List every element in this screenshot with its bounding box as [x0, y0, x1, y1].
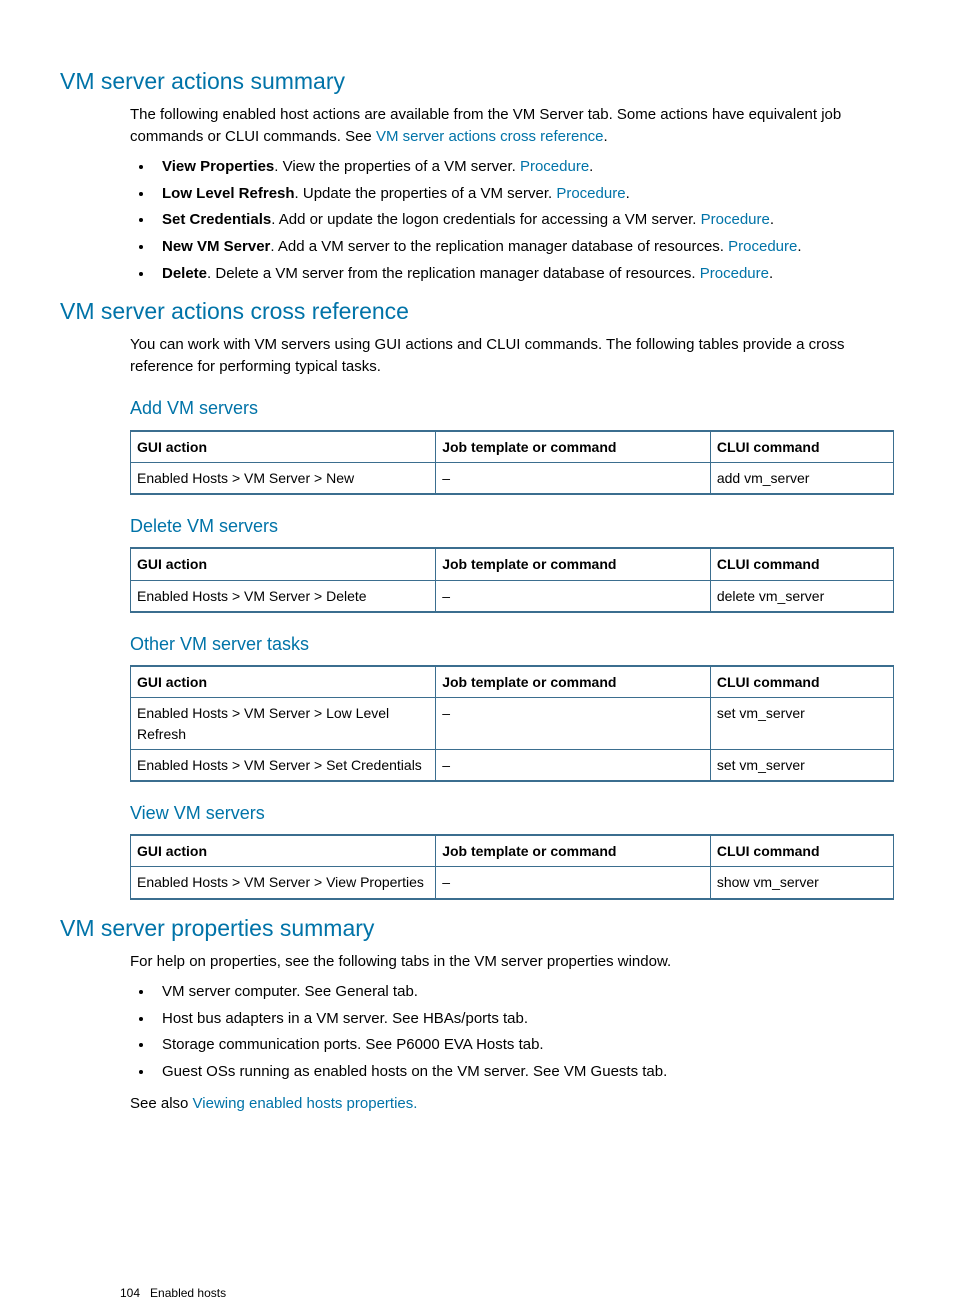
- table-other-vm-tasks: GUI action Job template or command CLUI …: [130, 665, 894, 782]
- summary-intro-post: .: [604, 128, 608, 145]
- cell-gui: Enabled Hosts > VM Server > View Propert…: [131, 867, 436, 899]
- seealso-pre: See also: [130, 1095, 193, 1112]
- props-bullets: VM server computer. See General tab. Hos…: [154, 981, 894, 1083]
- th-job: Job template or command: [436, 548, 711, 580]
- list-item: VM server computer. See General tab.: [154, 981, 894, 1003]
- procedure-link[interactable]: Procedure: [520, 158, 589, 175]
- bullet-post: .: [770, 211, 774, 228]
- table-delete-vm-servers: GUI action Job template or command CLUI …: [130, 547, 894, 613]
- bullet-post: .: [626, 185, 630, 202]
- table-row: Enabled Hosts > VM Server > Set Credenti…: [131, 749, 894, 781]
- cell-clui: show vm_server: [710, 867, 893, 899]
- page-number: 104: [120, 1286, 140, 1300]
- list-item: Host bus adapters in a VM server. See HB…: [154, 1008, 894, 1030]
- bullet-text: . Add or update the logon credentials fo…: [271, 211, 700, 228]
- cell-clui: set vm_server: [710, 749, 893, 781]
- table-row: Enabled Hosts > VM Server > New – add vm…: [131, 462, 894, 494]
- list-item: View Properties. View the properties of …: [154, 156, 894, 178]
- th-gui: GUI action: [131, 431, 436, 463]
- table-row: Enabled Hosts > VM Server > View Propert…: [131, 867, 894, 899]
- cell-gui: Enabled Hosts > VM Server > Set Credenti…: [131, 749, 436, 781]
- cell-gui: Enabled Hosts > VM Server > New: [131, 462, 436, 494]
- cell-job: –: [436, 580, 711, 612]
- bullet-bold: Low Level Refresh: [162, 185, 295, 202]
- heading-props: VM server properties summary: [60, 912, 894, 945]
- heading-crossref: VM server actions cross reference: [60, 295, 894, 328]
- table-view-vm-servers: GUI action Job template or command CLUI …: [130, 834, 894, 900]
- subheading-other: Other VM server tasks: [130, 631, 894, 657]
- bullet-post: .: [769, 265, 773, 282]
- props-intro: For help on properties, see the followin…: [130, 951, 894, 973]
- list-item: Low Level Refresh. Update the properties…: [154, 183, 894, 205]
- th-clui: CLUI command: [710, 835, 893, 867]
- th-job: Job template or command: [436, 431, 711, 463]
- th-clui: CLUI command: [710, 666, 893, 698]
- th-clui: CLUI command: [710, 431, 893, 463]
- list-item: Guest OSs running as enabled hosts on th…: [154, 1061, 894, 1083]
- bullet-bold: Delete: [162, 265, 207, 282]
- cell-job: –: [436, 867, 711, 899]
- procedure-link[interactable]: Procedure: [700, 265, 769, 282]
- procedure-link[interactable]: Procedure: [701, 211, 770, 228]
- list-item: Delete. Delete a VM server from the repl…: [154, 263, 894, 285]
- subheading-view: View VM servers: [130, 800, 894, 826]
- list-item: New VM Server. Add a VM server to the re…: [154, 236, 894, 258]
- bullet-bold: Set Credentials: [162, 211, 271, 228]
- cell-job: –: [436, 698, 711, 750]
- page-footer: 104 Enabled hosts: [120, 1285, 226, 1302]
- subheading-delete: Delete VM servers: [130, 513, 894, 539]
- cell-gui: Enabled Hosts > VM Server > Low Level Re…: [131, 698, 436, 750]
- bullet-post: .: [589, 158, 593, 175]
- table-row: Enabled Hosts > VM Server > Low Level Re…: [131, 698, 894, 750]
- th-gui: GUI action: [131, 666, 436, 698]
- list-item: Storage communication ports. See P6000 E…: [154, 1034, 894, 1056]
- cell-job: –: [436, 749, 711, 781]
- subheading-add: Add VM servers: [130, 395, 894, 421]
- th-gui: GUI action: [131, 835, 436, 867]
- heading-summary: VM server actions summary: [60, 65, 894, 98]
- props-seealso: See also Viewing enabled hosts propertie…: [130, 1093, 894, 1115]
- bullet-text: . View the properties of a VM server.: [274, 158, 520, 175]
- bullet-post: .: [797, 238, 801, 255]
- th-gui: GUI action: [131, 548, 436, 580]
- bullet-bold: View Properties: [162, 158, 274, 175]
- crossref-intro: You can work with VM servers using GUI a…: [130, 334, 894, 378]
- summary-bullets: View Properties. View the properties of …: [154, 156, 894, 285]
- cell-clui: add vm_server: [710, 462, 893, 494]
- cell-clui: delete vm_server: [710, 580, 893, 612]
- procedure-link[interactable]: Procedure: [728, 238, 797, 255]
- procedure-link[interactable]: Procedure: [556, 185, 625, 202]
- th-job: Job template or command: [436, 835, 711, 867]
- th-job: Job template or command: [436, 666, 711, 698]
- link-crossref[interactable]: VM server actions cross reference: [376, 128, 604, 145]
- table-row: Enabled Hosts > VM Server > Delete – del…: [131, 580, 894, 612]
- bullet-text: . Add a VM server to the replication man…: [270, 238, 728, 255]
- cell-gui: Enabled Hosts > VM Server > Delete: [131, 580, 436, 612]
- th-clui: CLUI command: [710, 548, 893, 580]
- list-item: Set Credentials. Add or update the logon…: [154, 209, 894, 231]
- bullet-text: . Update the properties of a VM server.: [295, 185, 557, 202]
- summary-intro: The following enabled host actions are a…: [130, 104, 894, 148]
- cell-clui: set vm_server: [710, 698, 893, 750]
- bullet-text: . Delete a VM server from the replicatio…: [207, 265, 700, 282]
- footer-label: Enabled hosts: [150, 1286, 226, 1300]
- bullet-bold: New VM Server: [162, 238, 270, 255]
- table-add-vm-servers: GUI action Job template or command CLUI …: [130, 430, 894, 496]
- link-viewing-enabled-hosts[interactable]: Viewing enabled hosts properties.: [193, 1095, 418, 1112]
- cell-job: –: [436, 462, 711, 494]
